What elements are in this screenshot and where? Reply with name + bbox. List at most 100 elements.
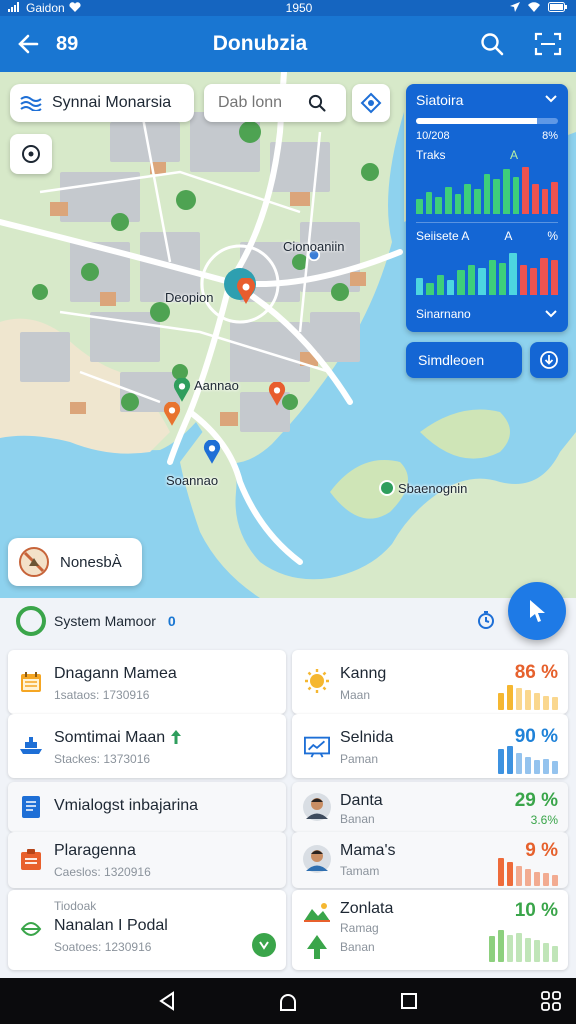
simulation-button[interactable]: Simdleoen — [406, 342, 522, 378]
search-icon — [308, 94, 326, 112]
region-selector[interactable]: Synnai Monarsia — [10, 84, 194, 122]
stats-minichart-2 — [416, 245, 559, 295]
scan-button[interactable] — [520, 16, 576, 72]
search-icon — [481, 33, 504, 56]
cursor-fab-button[interactable] — [508, 582, 566, 640]
layers-button[interactable] — [352, 84, 390, 122]
wifi-icon — [528, 1, 540, 15]
list-item[interactable]: Dnagann Mamea 1sataos: 1730916 — [8, 650, 286, 714]
map-pin-icon[interactable] — [236, 278, 256, 304]
back-button[interactable] — [0, 16, 56, 72]
stats-section1-mark: A — [509, 148, 518, 162]
card-bar — [507, 934, 513, 962]
sun-icon — [304, 668, 330, 694]
card-bar — [552, 874, 558, 886]
card-bar — [507, 746, 513, 774]
stats-row-left: 10/208 — [416, 130, 450, 142]
card-title: Danta — [340, 792, 383, 809]
map-pin-icon[interactable] — [203, 440, 221, 464]
chart-bar — [541, 189, 549, 214]
card-bar — [552, 946, 558, 962]
map-search-input[interactable] — [218, 94, 308, 112]
map-pin-icon[interactable] — [268, 382, 286, 406]
download-button[interactable] — [530, 342, 568, 378]
wave-icon — [20, 96, 42, 111]
notice-pill[interactable]: NonesbÀ — [8, 538, 142, 586]
location-icon — [510, 1, 520, 15]
card-title: Dnagann Mamea — [54, 665, 177, 682]
stats-row-right: 8% — [542, 130, 558, 142]
map-pin-icon[interactable] — [163, 402, 181, 426]
chart-bar — [416, 199, 423, 214]
stats-footer-label: Sinarnano — [416, 307, 471, 321]
card-title: Somtimai Maan — [54, 729, 166, 746]
card-bar — [552, 697, 558, 710]
back-nav-button[interactable] — [156, 990, 178, 1012]
status-time: 1950 — [285, 1, 313, 15]
map-pin-icon[interactable] — [173, 378, 191, 402]
stats-section1-label: Traks — [416, 148, 446, 162]
landscape-icon — [302, 900, 332, 924]
card-bar — [534, 939, 540, 962]
timer-icon[interactable] — [476, 610, 496, 630]
chart-bar — [464, 184, 472, 214]
home-nav-button[interactable] — [277, 990, 299, 1012]
card-bar — [534, 693, 540, 710]
no-entry-icon — [19, 547, 49, 577]
card-percent: 29 % — [514, 790, 558, 811]
system-nav-bar — [0, 978, 576, 1024]
list-item[interactable]: Vmialogst inbajarina — [8, 782, 286, 832]
list-item[interactable]: Selnida Paman 90 % — [292, 714, 568, 778]
chart-bar — [474, 189, 481, 214]
card-bar — [525, 869, 531, 886]
chart-bar — [498, 262, 507, 295]
chevron-down-icon[interactable] — [544, 92, 558, 106]
chart-bar — [512, 176, 520, 214]
card-subtitle: Tamam — [340, 864, 380, 878]
card-percent: 86 % — [514, 662, 558, 683]
chart-bar — [509, 252, 517, 295]
crosshair-icon — [22, 145, 40, 163]
chart-bar — [447, 280, 455, 295]
recents-nav-button[interactable] — [398, 990, 420, 1012]
notice-label: NonesbÀ — [60, 553, 122, 571]
list-item[interactable]: Plaragenna Caeslos: 1320916 — [8, 832, 286, 888]
locate-button[interactable] — [10, 134, 52, 174]
arrow-left-icon — [18, 34, 39, 54]
card-sub-percent: 3.6% — [530, 813, 558, 827]
list-item[interactable]: Somtimai Maan Stackes: 1373016 — [8, 714, 286, 778]
sheet-header-label: System Mamoor — [54, 613, 156, 629]
card-bar-chart — [489, 930, 558, 962]
download-icon — [540, 351, 558, 369]
apps-nav-button[interactable] — [540, 990, 562, 1012]
card-bar — [543, 758, 549, 774]
chevron-down-icon[interactable] — [544, 307, 558, 321]
map-pin-icon[interactable] — [379, 480, 395, 496]
card-subtitle: Paman — [340, 752, 379, 766]
list-item[interactable]: Kanng Maan 86 % — [292, 650, 568, 714]
card-bar — [498, 748, 504, 774]
map-label-south: Soannao — [166, 473, 219, 488]
map-label-north: Cionoaniin — [283, 239, 345, 254]
carrier-name: Gaidon — [26, 1, 65, 15]
card-title: Zonlata — [340, 900, 394, 917]
chart-board-icon — [304, 733, 330, 759]
expand-button[interactable] — [252, 933, 276, 957]
layers-icon — [360, 92, 382, 114]
card-bar — [507, 862, 513, 886]
list-item[interactable]: Zonlata Ramag Banan 10 % — [292, 890, 568, 970]
sheet-header: System Mamoor 0 — [0, 598, 576, 644]
card-bar — [498, 930, 504, 962]
chart-bar — [493, 179, 501, 214]
list-item[interactable]: Tiodoak Nanalan I Podal Soatoes: 1230916 — [8, 890, 286, 970]
card-bar-chart — [498, 858, 558, 886]
chart-bar — [467, 265, 476, 295]
search-button[interactable] — [464, 16, 520, 72]
card-title: Nanalan I Podal — [54, 917, 168, 934]
list-item[interactable]: Mama's Tamam 9 % — [292, 832, 568, 888]
card-bar — [534, 760, 540, 774]
card-subtitle: Soatoes: 1230916 — [54, 940, 152, 954]
chart-bar — [550, 260, 559, 295]
list-item[interactable]: Danta Banan 29 % 3.6% — [292, 782, 568, 832]
map-search[interactable] — [204, 84, 346, 122]
